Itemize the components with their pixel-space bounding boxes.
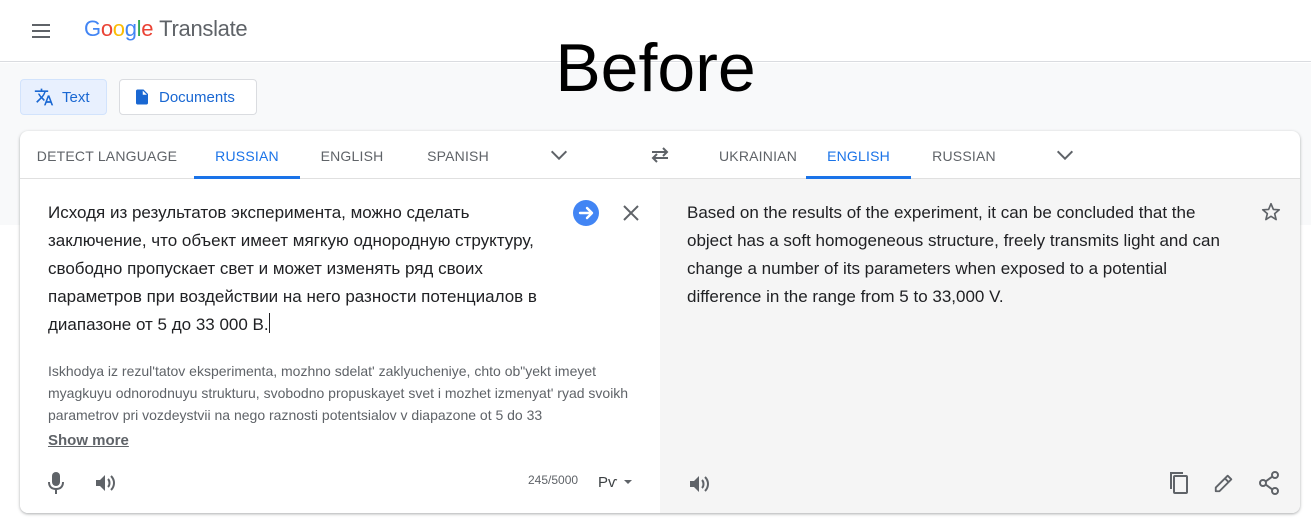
translation-card: DETECT LANGUAGE RUSSIAN ENGLISH SPANISH … <box>20 131 1300 513</box>
target-listen-speaker-icon[interactable] <box>688 473 712 495</box>
menu-icon <box>32 24 50 26</box>
show-more-link[interactable]: Show more <box>48 432 129 449</box>
swap-languages-icon[interactable] <box>648 145 672 165</box>
target-tab-ukrainian[interactable]: UKRAINIAN <box>698 131 818 179</box>
input-tools-button[interactable]: Рѵ <box>598 470 633 494</box>
keyboard-layout-label: Рѵ <box>598 473 618 491</box>
translate-icon <box>34 88 54 106</box>
translated-text: Based on the results of the experiment, … <box>687 203 1220 306</box>
source-more-languages-chevron-icon[interactable] <box>548 148 570 162</box>
character-count: 245/5000 <box>528 473 579 487</box>
source-text-value: Исходя из результатов эксперимента, можн… <box>48 203 537 334</box>
caret-down-icon <box>624 480 633 484</box>
microphone-icon[interactable] <box>47 471 65 495</box>
source-tab-russian[interactable]: RUSSIAN <box>194 131 300 179</box>
target-panel: Based on the results of the experiment, … <box>660 179 1300 513</box>
language-bar: DETECT LANGUAGE RUSSIAN ENGLISH SPANISH … <box>20 131 1300 179</box>
documents-mode-label: Documents <box>159 88 235 106</box>
text-mode-label: Text <box>62 88 90 106</box>
copy-translation-icon[interactable] <box>1168 471 1190 495</box>
text-caret <box>268 313 270 333</box>
source-listen-speaker-icon[interactable] <box>94 472 118 494</box>
text-mode-button[interactable]: Text <box>20 79 107 115</box>
share-translation-icon[interactable] <box>1258 471 1280 495</box>
target-more-languages-chevron-icon[interactable] <box>1054 148 1076 162</box>
source-tab-spanish[interactable]: SPANISH <box>412 131 504 179</box>
edit-translation-pencil-icon[interactable] <box>1213 472 1235 494</box>
documents-mode-button[interactable]: Documents <box>119 79 257 115</box>
source-panel: Исходя из результатов эксперимента, можн… <box>20 179 660 513</box>
target-tab-russian[interactable]: RUSSIAN <box>918 131 1010 179</box>
source-tab-english[interactable]: ENGLISH <box>306 131 398 179</box>
save-translation-star-icon[interactable] <box>1260 201 1282 223</box>
arrow-right-icon <box>578 206 594 220</box>
transliteration-text: Iskhodya iz rezul'tatov eksperimenta, mo… <box>48 363 629 423</box>
clear-text-close-icon[interactable] <box>620 202 642 224</box>
target-tab-english[interactable]: ENGLISH <box>806 131 911 179</box>
translate-go-button[interactable] <box>573 200 599 226</box>
source-text-input[interactable]: Исходя из результатов эксперимента, можн… <box>48 199 558 339</box>
source-tab-detect-language[interactable]: DETECT LANGUAGE <box>30 131 184 179</box>
document-icon <box>136 89 148 105</box>
